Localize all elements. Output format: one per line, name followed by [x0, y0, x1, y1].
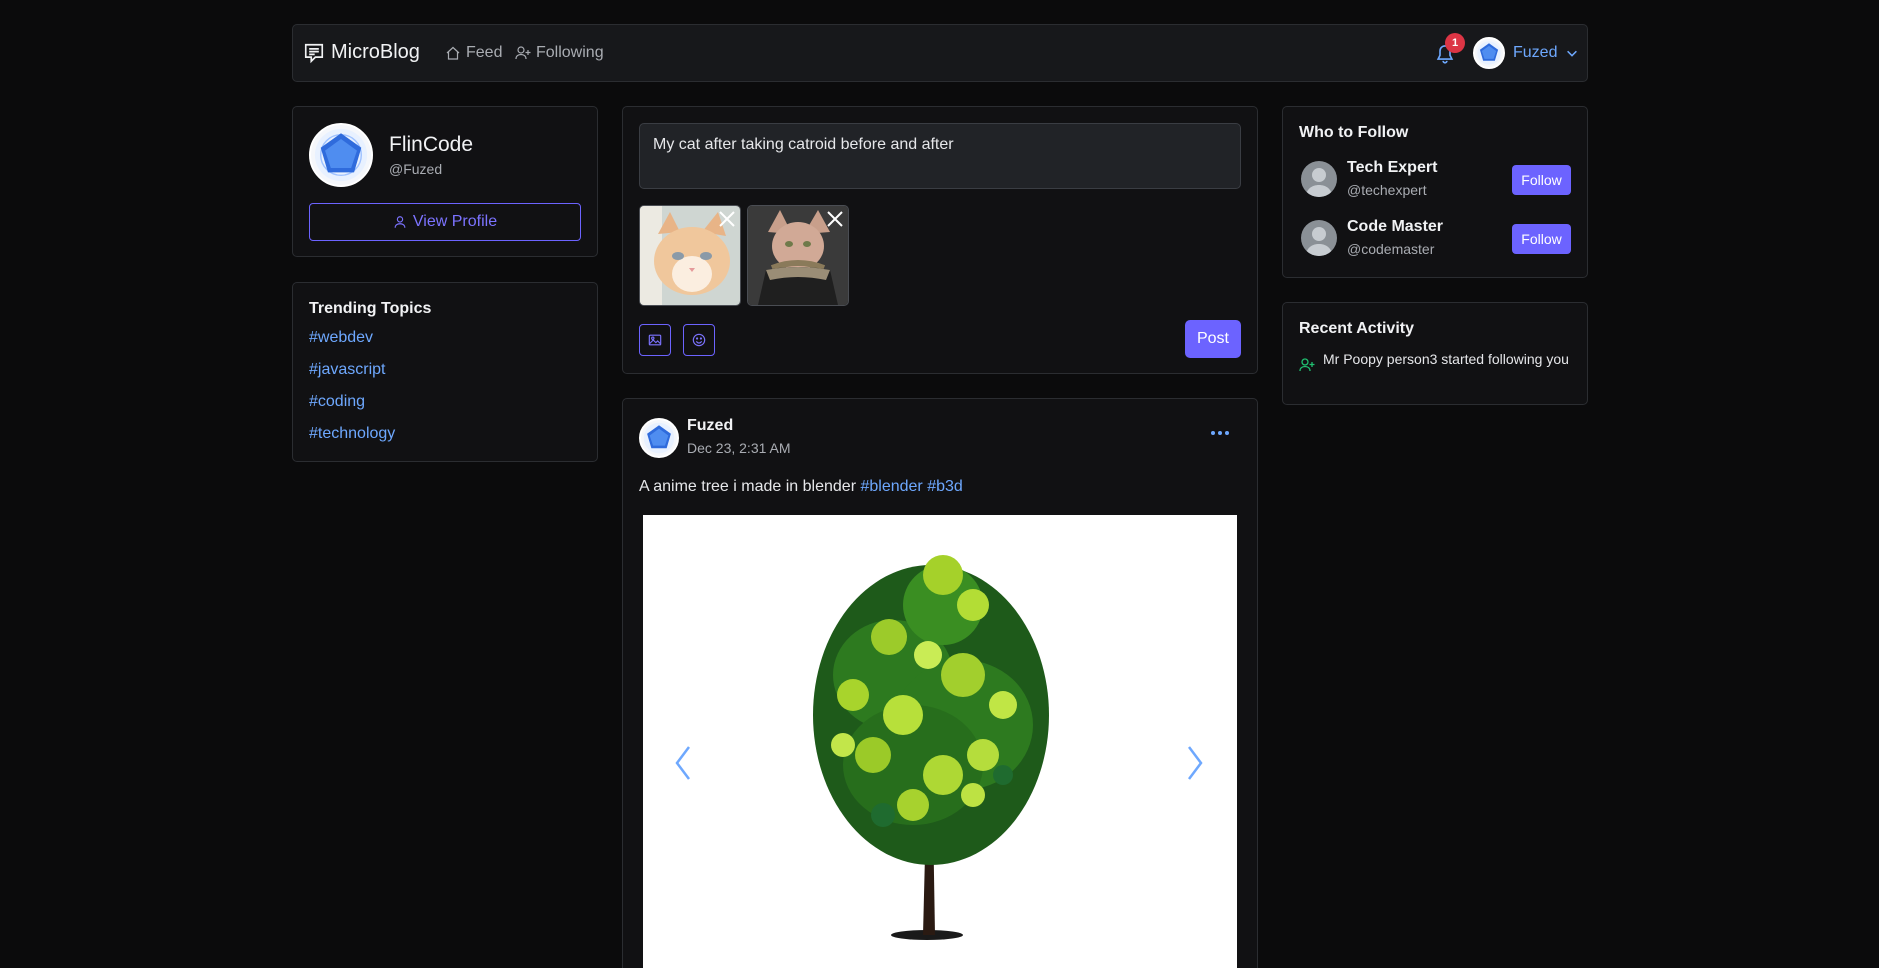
- profile-card: FlinCode @Fuzed View Profile: [292, 106, 598, 257]
- default-person-icon: [1306, 227, 1332, 256]
- hashtag-link[interactable]: #b3d: [927, 478, 963, 495]
- nav-feed[interactable]: Feed: [445, 44, 502, 62]
- person-plus-icon: [515, 46, 531, 60]
- recent-activity-title: Recent Activity: [1299, 320, 1414, 337]
- post-content: A anime tree i made in blender #blender …: [639, 478, 963, 496]
- default-person-icon: [1306, 168, 1332, 197]
- trending-topic-link[interactable]: #javascript: [309, 361, 385, 379]
- tree-render-image: [643, 515, 1237, 968]
- view-profile-label: View Profile: [412, 213, 498, 230]
- suggested-user-handle: @techexpert: [1347, 182, 1427, 198]
- pentagon-logo-icon: [314, 128, 368, 182]
- post-body-text: A anime tree i made in blender: [639, 478, 857, 495]
- carousel-next-icon[interactable]: [1183, 743, 1207, 783]
- dot: [1218, 431, 1222, 435]
- post-author[interactable]: Fuzed: [687, 417, 733, 435]
- chevron-down-icon: [1567, 50, 1578, 57]
- add-image-button[interactable]: [639, 324, 671, 356]
- chat-square-text-icon: [304, 43, 324, 63]
- person-icon: [394, 216, 406, 228]
- post-author-avatar[interactable]: [639, 418, 679, 458]
- follow-button[interactable]: Follow: [1512, 165, 1571, 195]
- suggested-user-name[interactable]: Code Master: [1347, 218, 1443, 236]
- suggested-user-handle: @codemaster: [1347, 241, 1435, 257]
- post-composer: My cat after taking catroid before and a…: [622, 106, 1258, 374]
- profile-name: FlinCode: [389, 133, 474, 156]
- nav-following-label: Following: [536, 44, 604, 61]
- activity-item: Mr Poopy person3 started following you: [1323, 351, 1569, 367]
- notification-badge: 1: [1445, 33, 1465, 53]
- remove-image-icon[interactable]: [824, 208, 846, 230]
- recent-activity-card: Recent Activity Mr Poopy person3 started…: [1282, 302, 1588, 405]
- house-icon: [446, 46, 460, 60]
- remove-image-icon[interactable]: [716, 208, 738, 230]
- trending-topic-link[interactable]: #webdev: [309, 329, 373, 347]
- brand-link[interactable]: MicroBlog: [303, 41, 420, 64]
- carousel-prev-icon[interactable]: [671, 743, 695, 783]
- avatar[interactable]: [1301, 161, 1337, 197]
- dot: [1211, 431, 1215, 435]
- attached-image-thumbnail: [747, 205, 849, 306]
- nav-feed-label: Feed: [466, 44, 503, 61]
- trending-topic-link[interactable]: #technology: [309, 425, 395, 443]
- user-menu-dropdown[interactable]: Fuzed: [1473, 37, 1579, 69]
- hashtag-link[interactable]: #blender: [860, 478, 922, 495]
- brand-name: MicroBlog: [331, 41, 420, 63]
- post-card: Fuzed Dec 23, 2:31 AM A anime tree i mad…: [622, 398, 1258, 968]
- attached-image-thumbnail: [639, 205, 741, 306]
- who-to-follow-card: Who to Follow Tech Expert @techexpert Fo…: [1282, 106, 1588, 278]
- post-timestamp: Dec 23, 2:31 AM: [687, 440, 791, 456]
- pentagon-logo-icon: [1477, 41, 1501, 65]
- profile-handle: @Fuzed: [389, 161, 443, 177]
- pentagon-logo-icon: [643, 422, 675, 454]
- top-navbar: MicroBlog Feed Following 1 Fuzed: [292, 24, 1588, 82]
- add-emoji-button[interactable]: [683, 324, 715, 356]
- trending-topics-card: Trending Topics #webdev #javascript #cod…: [292, 282, 598, 462]
- compose-textarea[interactable]: My cat after taking catroid before and a…: [639, 123, 1241, 189]
- profile-avatar: [309, 123, 373, 187]
- emoji-smile-icon: [692, 333, 706, 347]
- avatar: [1473, 37, 1505, 69]
- dot: [1225, 431, 1229, 435]
- trending-topic-link[interactable]: #coding: [309, 393, 365, 411]
- nav-following[interactable]: Following: [515, 44, 604, 62]
- username-label: Fuzed: [1513, 44, 1558, 61]
- avatar[interactable]: [1301, 220, 1337, 256]
- image-icon: [648, 334, 662, 346]
- who-to-follow-title: Who to Follow: [1299, 124, 1409, 141]
- view-profile-button[interactable]: View Profile: [309, 203, 581, 241]
- suggested-user-name[interactable]: Tech Expert: [1347, 159, 1437, 177]
- person-plus-icon: [1299, 358, 1315, 372]
- post-options-button[interactable]: [1208, 425, 1232, 441]
- post-button[interactable]: Post: [1185, 320, 1241, 358]
- follow-button[interactable]: Follow: [1512, 224, 1571, 254]
- post-image-carousel: [643, 515, 1237, 968]
- trending-title: Trending Topics: [309, 300, 432, 317]
